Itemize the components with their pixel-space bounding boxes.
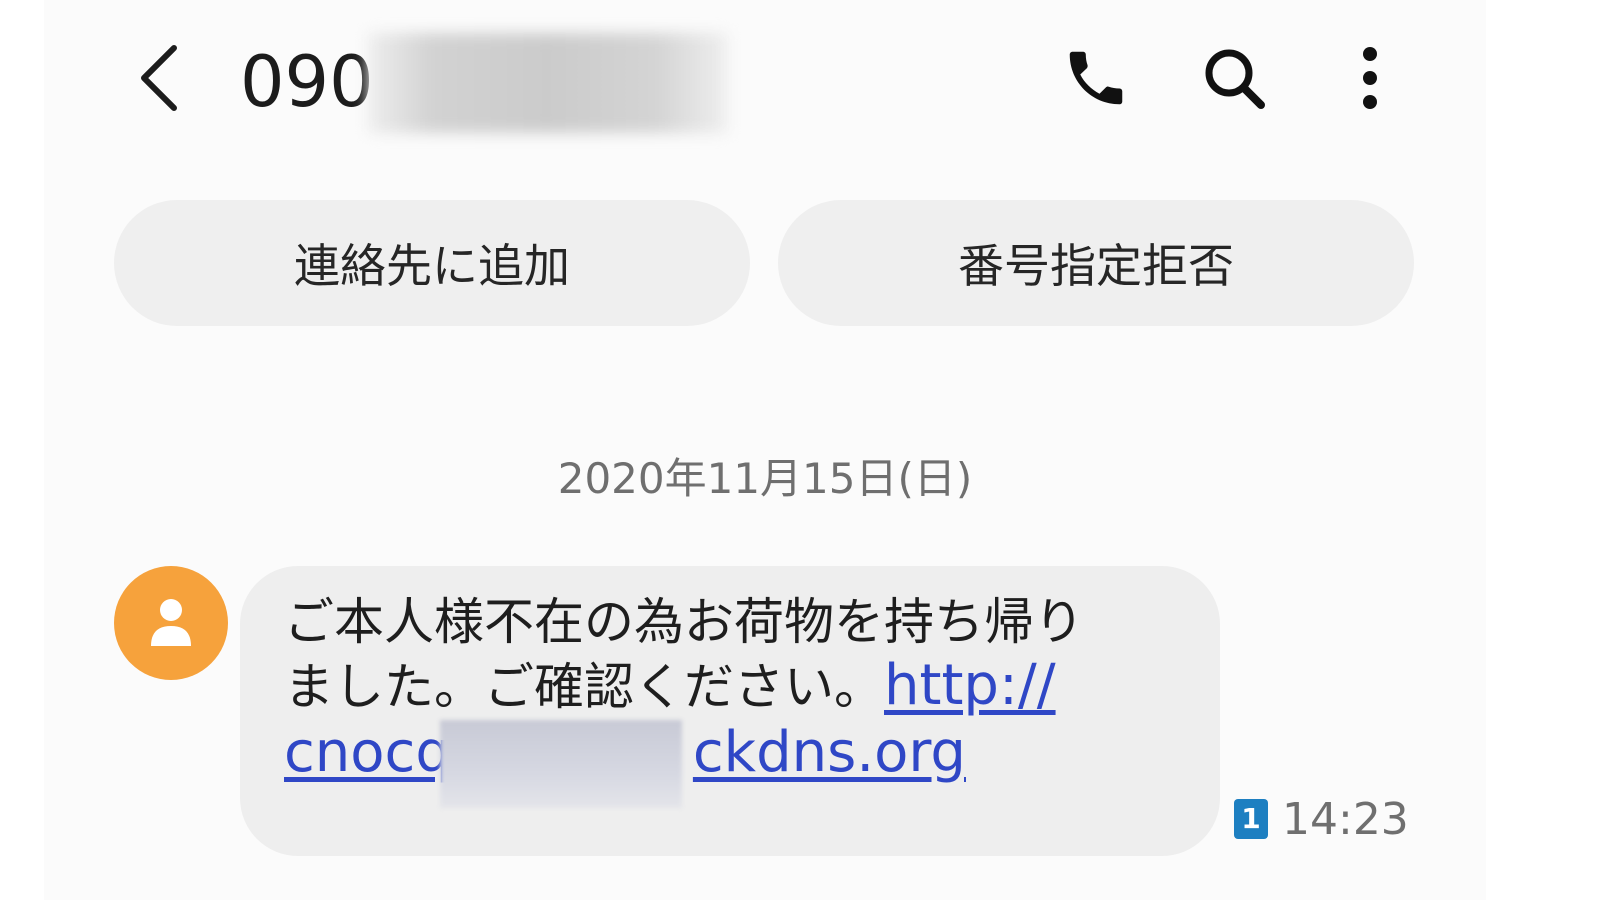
more-options-button[interactable] (1330, 38, 1410, 118)
message-line-1: ご本人様不在の為お荷物を持ち帰り (284, 593, 1084, 651)
search-icon (1205, 49, 1265, 109)
date-divider: 2020年11月15日(日) (557, 454, 973, 503)
message-meta: 1 14:23 (1234, 790, 1409, 848)
sim-badge: 1 (1234, 799, 1268, 839)
phone-icon (1069, 51, 1123, 105)
message-timestamp: 14:23 (1282, 793, 1409, 845)
back-button[interactable] (130, 38, 190, 118)
contact-actions: 連絡先に追加 番号指定拒否 (114, 200, 1414, 326)
message-link-part-start[interactable]: cnocq (284, 720, 451, 785)
person-icon (151, 599, 191, 646)
redacted-phone-number (368, 33, 728, 133)
message-text: ご本人様不在の為お荷物を持ち帰り ました。ご確認ください。http:// (284, 590, 1184, 719)
message-bubble[interactable]: ご本人様不在の為お荷物を持ち帰り ました。ご確認ください。http:// cno… (240, 566, 1220, 856)
message-link-part-end[interactable]: ckdns.org (693, 720, 966, 785)
conversation-title: 090 (240, 41, 374, 123)
more-vertical-icon (1363, 47, 1377, 109)
call-button[interactable] (1056, 38, 1136, 118)
redacted-link-segment (440, 720, 682, 808)
block-number-button[interactable]: 番号指定拒否 (778, 200, 1414, 326)
message-line-2: ました。ご確認ください。http:// (284, 654, 1184, 719)
message-link-start[interactable]: http:// (884, 653, 1056, 718)
search-button[interactable] (1194, 38, 1274, 118)
add-contact-button[interactable]: 連絡先に追加 (114, 200, 750, 326)
avatar[interactable] (114, 566, 228, 680)
chevron-left-icon (141, 45, 177, 111)
message-line-2-text: ました。ご確認ください。 (284, 658, 884, 716)
messaging-screen: 090 連絡先に追加 番号指定拒否 2020年11月15日(日) ご本人様不在の… (44, 0, 1486, 900)
top-app-bar: 090 (44, 0, 1486, 160)
